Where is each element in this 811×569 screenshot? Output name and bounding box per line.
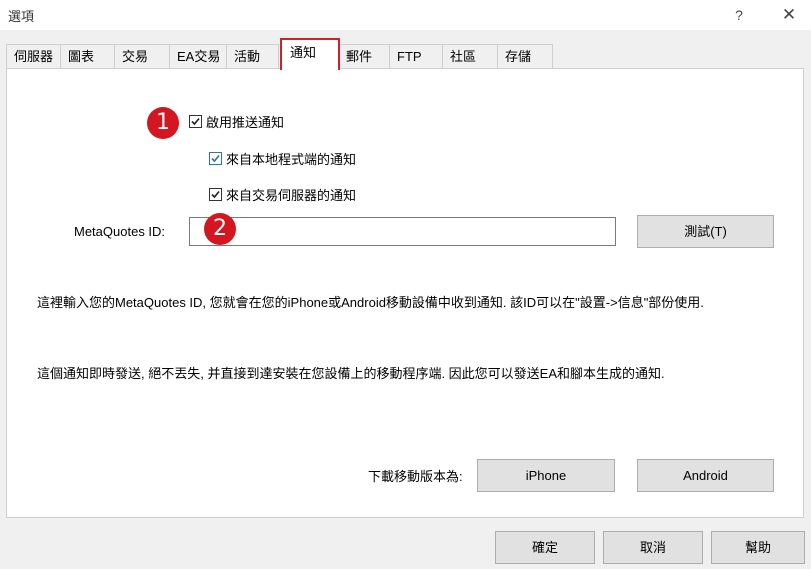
cancel-button[interactable]: 取消 (603, 531, 703, 564)
close-icon[interactable]: ✕ (776, 4, 802, 26)
checkmark-icon (211, 154, 220, 163)
test-button[interactable]: 測試(T) (637, 215, 774, 248)
help-icon[interactable]: ? (726, 4, 752, 26)
download-label: 下載移動版本為: (368, 469, 463, 484)
tab-trade[interactable]: 交易 (114, 44, 170, 69)
enable-push-label[interactable]: 啟用推送通知 (206, 112, 284, 131)
iphone-button[interactable]: iPhone (477, 459, 615, 492)
from-local-label[interactable]: 來自本地程式端的通知 (226, 149, 356, 168)
tab-storage[interactable]: 存儲 (497, 44, 553, 69)
metaquotes-id-label: MetaQuotes ID: (74, 224, 166, 239)
metaquotes-id-input[interactable] (189, 217, 616, 246)
tab-expert-advisors[interactable]: EA交易 (169, 44, 227, 69)
tab-community[interactable]: 社區 (442, 44, 498, 69)
tab-email[interactable]: 郵件 (338, 44, 390, 69)
tab-notifications[interactable]: 通知 (280, 38, 340, 70)
android-button[interactable]: Android (637, 459, 774, 492)
tab-ftp[interactable]: FTP (389, 44, 443, 69)
from-server-row: 來自交易伺服器的通知 (209, 185, 356, 204)
ok-button[interactable]: 確定 (495, 531, 595, 564)
from-server-label[interactable]: 來自交易伺服器的通知 (226, 185, 356, 204)
notifications-panel: 1 啟用推送通知 來自本地程式端的通知 來自交易伺服器的通知 MetaQuote… (6, 68, 804, 518)
help-button[interactable]: 幫助 (711, 531, 805, 564)
tab-server[interactable]: 伺服器 (6, 44, 61, 69)
checkmark-icon (211, 190, 220, 199)
info-text-2: 這個通知即時發送, 絕不丟失, 并直接到達安裝在您設備上的移動程序端. 因此您可… (37, 366, 665, 381)
title-bar: 選項 ? ✕ (0, 0, 811, 30)
enable-push-row: 啟用推送通知 (189, 112, 284, 131)
annotation-badge-2: 2 (204, 213, 236, 245)
tab-events[interactable]: 活動 (226, 44, 279, 69)
window-title: 選項 (8, 9, 35, 24)
enable-push-checkbox[interactable] (189, 115, 202, 128)
tab-charts[interactable]: 圖表 (60, 44, 115, 69)
annotation-badge-1: 1 (147, 107, 179, 139)
from-local-checkbox[interactable] (209, 152, 222, 165)
from-local-row: 來自本地程式端的通知 (209, 149, 356, 168)
checkmark-icon (191, 117, 200, 126)
info-text-1: 這裡輸入您的MetaQuotes ID, 您就會在您的iPhone或Androi… (37, 295, 704, 310)
from-server-checkbox[interactable] (209, 188, 222, 201)
